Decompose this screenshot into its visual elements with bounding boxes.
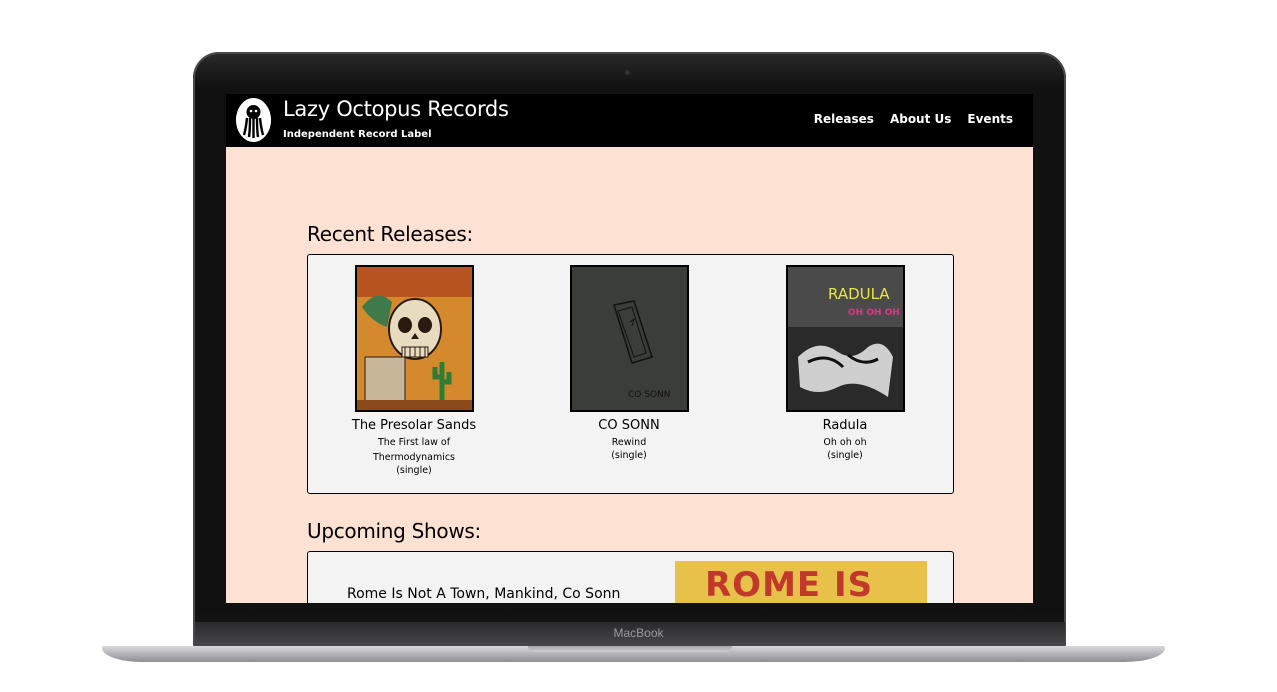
release-format: (single) (611, 450, 647, 461)
cover-label: CO SONN (628, 390, 671, 400)
upcoming-shows-panel: Rome Is Not A Town, Mankind, Co Sonn ROM… (307, 551, 954, 603)
site-tagline: Independent Record Label (283, 129, 432, 140)
nav-about-us[interactable]: About Us (890, 112, 951, 126)
release-card[interactable]: CO SONN CO SONN Rewind (single) (529, 265, 729, 461)
nav-events[interactable]: Events (967, 112, 1013, 126)
release-format: (single) (396, 465, 432, 476)
release-card[interactable]: The Presolar Sands The First law of Ther… (314, 265, 514, 476)
poster-text: ROME IS (705, 565, 874, 603)
release-artist: CO SONN (598, 418, 660, 433)
release-card[interactable]: RADULA OH OH OH Radula Oh oh oh (single) (745, 265, 945, 461)
laptop-notch (528, 646, 732, 652)
show-poster[interactable]: ROME IS (675, 561, 927, 603)
nav-releases[interactable]: Releases (814, 112, 874, 126)
release-title: The First law of Thermodynamics (372, 437, 456, 463)
recent-releases-heading: Recent Releases: (307, 222, 473, 246)
album-cover[interactable]: RADULA OH OH OH (785, 265, 905, 412)
release-artist: The Presolar Sands (351, 418, 477, 433)
octopus-logo-icon[interactable] (236, 98, 271, 142)
camera-icon (625, 70, 630, 75)
site-header: Lazy Octopus Records Independent Record … (226, 94, 1033, 147)
recent-releases-panel: The Presolar Sands The First law of Ther… (307, 254, 954, 494)
release-artist: Radula (822, 418, 868, 433)
album-cover[interactable]: CO SONN (569, 265, 689, 412)
show-name[interactable]: Rome Is Not A Town, Mankind, Co Sonn (347, 586, 620, 602)
browser-viewport: Lazy Octopus Records Independent Record … (226, 94, 1033, 603)
release-format: (single) (827, 450, 863, 461)
upcoming-shows-heading: Upcoming Shows: (307, 519, 481, 543)
cover-label: RADULA (828, 285, 890, 303)
release-title: Oh oh oh (823, 437, 867, 448)
cover-sublabel: OH OH OH (848, 308, 900, 318)
album-cover[interactable] (354, 265, 474, 412)
main-nav: Releases About Us Events (814, 112, 1013, 126)
device-brand: MacBook (613, 626, 664, 640)
site-title[interactable]: Lazy Octopus Records (283, 97, 509, 121)
release-title: Rewind (611, 437, 647, 448)
